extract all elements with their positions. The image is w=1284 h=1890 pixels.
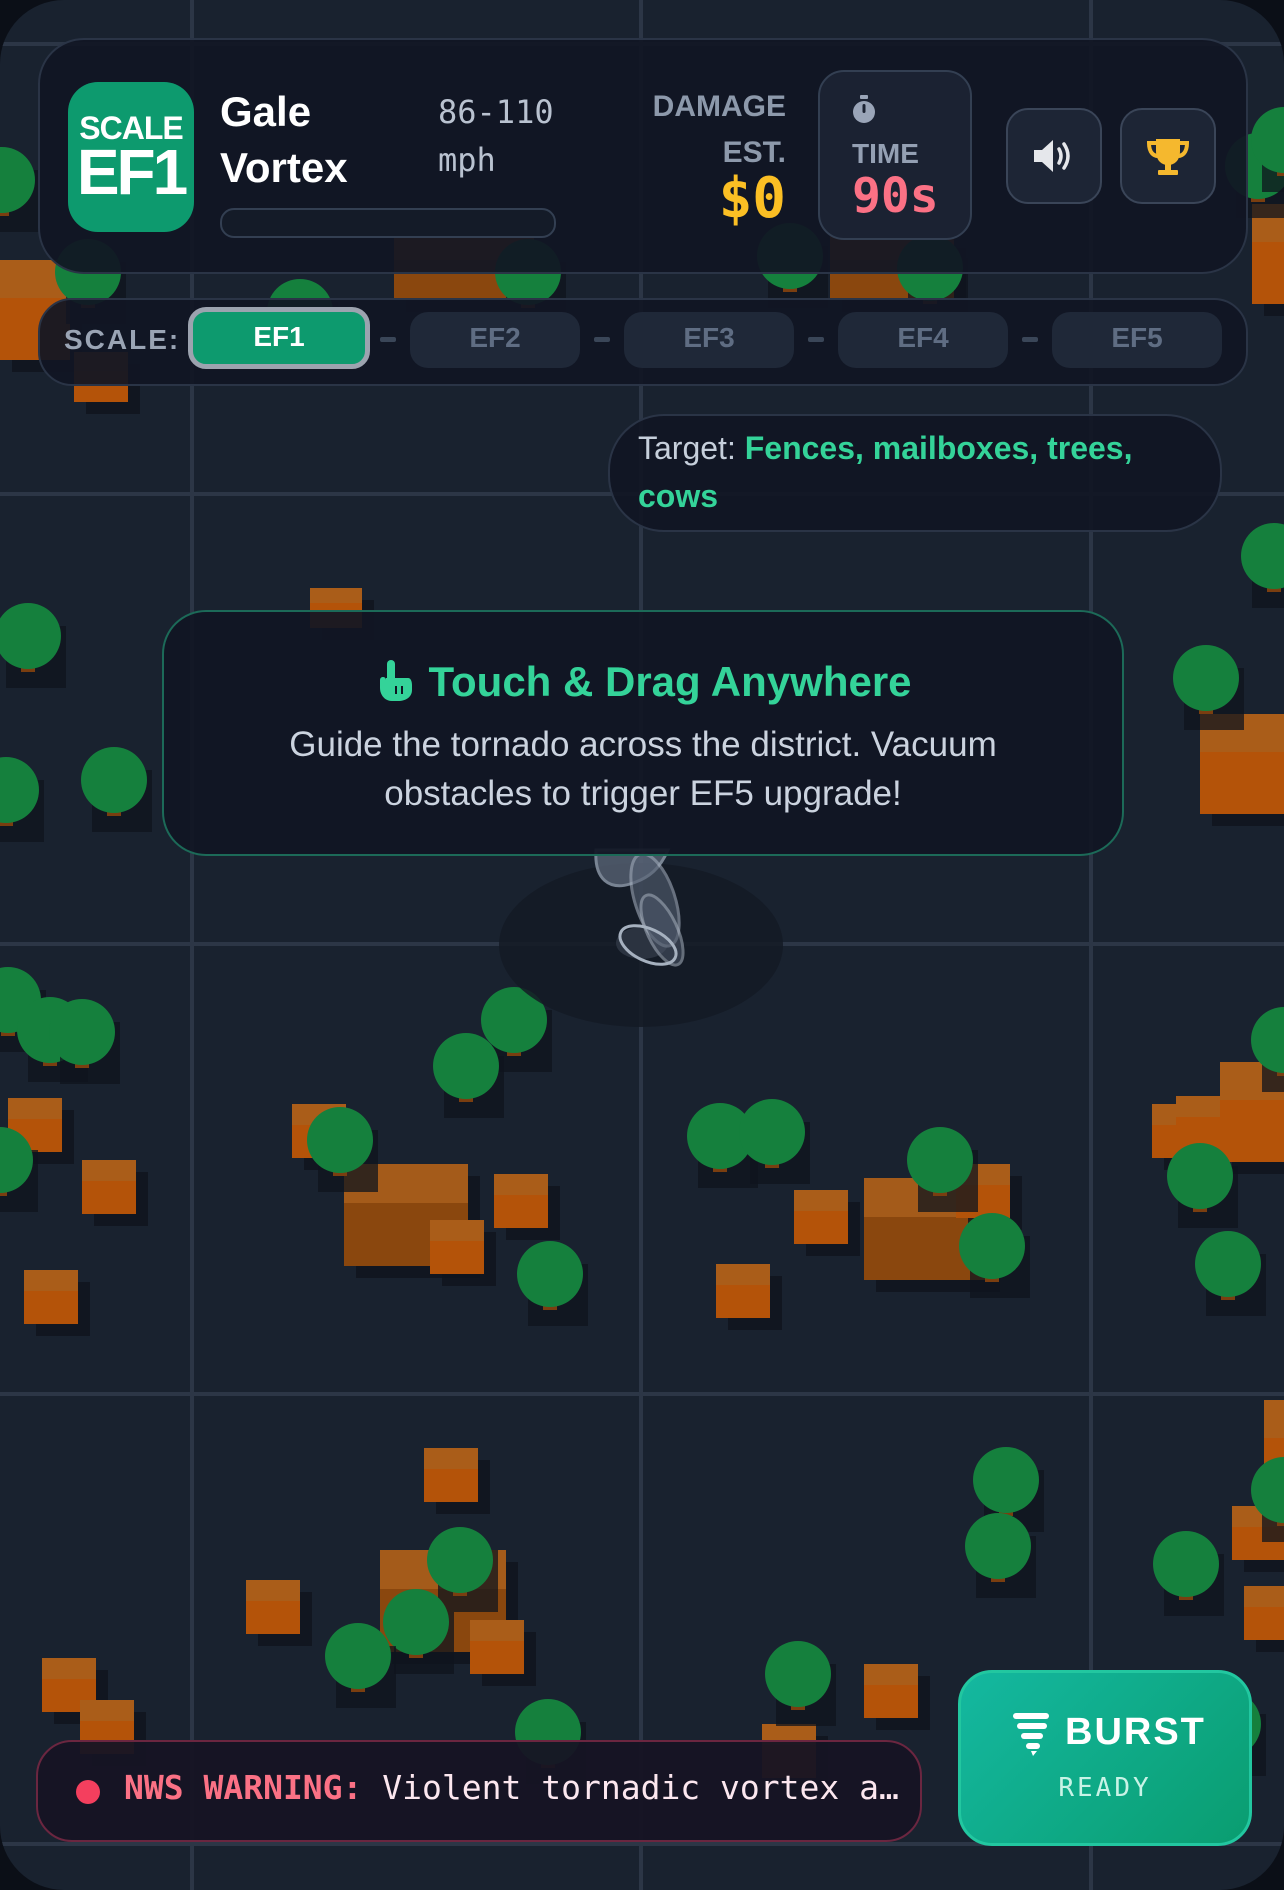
hint-title-row: Touch & Drag Anywhere (164, 658, 1122, 706)
house[interactable] (716, 1264, 782, 1330)
tree[interactable] (0, 603, 66, 688)
scale-chip-ef3[interactable]: EF3 (624, 312, 794, 368)
tree[interactable] (1241, 523, 1284, 608)
warning-label: NWS WARNING: (124, 1768, 363, 1807)
scale-badge: SCALE EF1 (68, 82, 194, 232)
wind-speed: 86-110 mph (438, 93, 554, 179)
tree[interactable] (1195, 1231, 1266, 1316)
pointer-hand-icon (380, 660, 413, 701)
burst-state: READY (1058, 1773, 1152, 1803)
house[interactable] (794, 1190, 860, 1256)
burst-label: BURST (1065, 1711, 1206, 1753)
storm-name: Gale Vortex (220, 88, 348, 191)
burst-button[interactable]: BURST READY (958, 1670, 1252, 1846)
tutorial-hint: Touch & Drag Anywhere Guide the tornado … (162, 610, 1124, 856)
target-prefix: Target: (638, 430, 736, 466)
tree[interactable] (517, 1241, 588, 1326)
timer-panel: TIME 90s (818, 70, 972, 240)
scale-selector: SCALE: EF1 EF2 EF3 EF4 EF5 (38, 298, 1248, 386)
time-label: TIME (852, 138, 919, 169)
house[interactable] (1200, 714, 1284, 826)
speaker-icon (1034, 140, 1070, 172)
warning-text: Violent tornadic vortex a… (382, 1768, 899, 1807)
scale-badge-value: EF1 (76, 136, 188, 208)
scale-connector (594, 337, 610, 342)
target-text: Target: Fences, mailboxes, trees, cows (638, 424, 1198, 520)
tree[interactable] (0, 757, 44, 842)
scale-chip-ef5[interactable]: EF5 (1052, 312, 1222, 368)
tree[interactable] (307, 1107, 378, 1192)
tree[interactable] (1153, 1531, 1224, 1616)
target-panel: Target: Fences, mailboxes, trees, cows (608, 414, 1222, 532)
tree[interactable] (1173, 645, 1244, 730)
trophy-icon (1146, 139, 1190, 175)
upgrade-progress-bar (220, 208, 556, 238)
tornado-icon (1013, 1713, 1049, 1756)
scale-chip-ef1[interactable]: EF1 (188, 307, 370, 369)
house[interactable] (24, 1270, 90, 1336)
scale-connector (1022, 337, 1038, 342)
scale-connector (808, 337, 824, 342)
house[interactable] (494, 1174, 560, 1240)
tree[interactable] (765, 1641, 836, 1726)
scale-label: SCALE: (64, 324, 181, 355)
hint-body: Guide the tornado across the district. V… (289, 725, 997, 813)
stopwatch-icon (853, 95, 875, 123)
house[interactable] (246, 1580, 312, 1646)
weather-warning-ticker: NWS WARNING: Violent tornadic vortex a… (36, 1740, 922, 1842)
tornado[interactable] (499, 848, 783, 1027)
house[interactable] (1244, 1586, 1284, 1652)
status-header: SCALE EF1 Gale Vortex 86-110 mph DAMAGE … (38, 38, 1248, 274)
scale-chip-ef4[interactable]: EF4 (838, 312, 1008, 368)
tree[interactable] (81, 747, 152, 832)
damage-label: DAMAGE EST. (652, 90, 786, 169)
house[interactable] (470, 1620, 536, 1686)
sound-button[interactable] (1006, 108, 1102, 204)
warning-message: NWS WARNING: Violent tornadic vortex a… (124, 1768, 904, 1807)
house[interactable] (424, 1448, 490, 1514)
house[interactable] (82, 1160, 148, 1226)
scale-connector (380, 337, 396, 342)
house[interactable] (1252, 204, 1284, 316)
game-map[interactable] (0, 0, 1284, 1890)
time-value: 90s (852, 168, 939, 224)
hint-title: Touch & Drag Anywhere (428, 658, 912, 705)
game-screen[interactable]: SCALE EF1 Gale Vortex 86-110 mph DAMAGE … (0, 0, 1284, 1890)
damage-value: $0 (718, 166, 786, 231)
leaderboard-button[interactable] (1120, 108, 1216, 204)
tree[interactable] (0, 147, 40, 232)
house[interactable] (864, 1664, 930, 1730)
warning-indicator-dot (76, 1780, 100, 1804)
scale-chip-ef2[interactable]: EF2 (410, 312, 580, 368)
